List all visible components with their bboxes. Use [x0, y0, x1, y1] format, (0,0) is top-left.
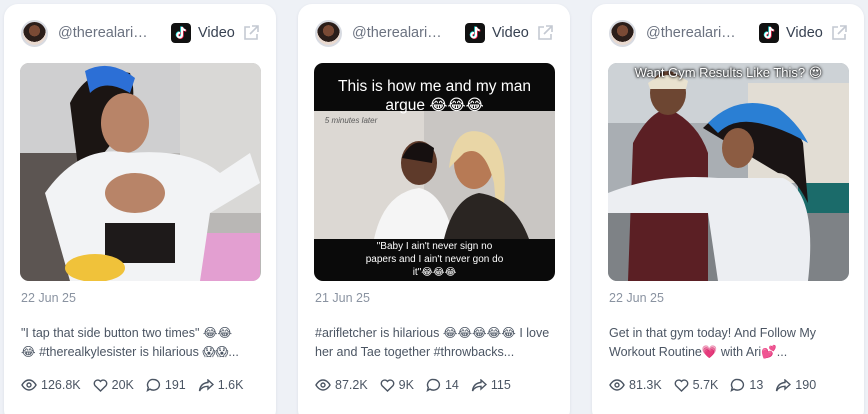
post-card[interactable]: @therealarimo... Video 22 Jun 25 "I tap …: [4, 4, 276, 414]
post-stats: 126.8K 20K 191 1.6K: [21, 378, 255, 392]
likes-stat: 20K: [93, 378, 134, 392]
likes-count: 5.7K: [692, 378, 719, 392]
heart-icon: [674, 378, 689, 392]
share-icon: [471, 378, 487, 391]
heart-icon: [93, 378, 108, 392]
views-stat: 81.3K: [609, 378, 662, 392]
post-stats: 81.3K 5.7K 13 190: [609, 378, 828, 392]
comments-stat: 13: [730, 378, 763, 392]
post-card[interactable]: @therealarimo... Video Want Gym Results …: [592, 4, 864, 414]
shares-count: 1.6K: [217, 378, 244, 392]
likes-count: 20K: [111, 378, 134, 392]
media-type-label: Video: [198, 25, 235, 41]
tiktok-icon: [465, 23, 485, 43]
post-caption: "I tap that side button two times" 😂😂 😂 #…: [21, 326, 239, 359]
video-thumbnail[interactable]: Want Gym Results Like This? 😍: [608, 63, 849, 281]
post-stats: 87.2K 9K 14 115: [315, 378, 523, 392]
video-thumbnail[interactable]: [20, 63, 261, 281]
eye-icon: [609, 379, 625, 391]
account-handle[interactable]: @therealarimo...: [58, 25, 156, 41]
post-caption: Get in that gym today! And Follow My Wor…: [609, 326, 817, 359]
overlay-headline: This is how me and my man argue 😂😂😂: [338, 78, 531, 114]
comment-icon: [730, 378, 745, 392]
shares-stat: 115: [471, 378, 511, 392]
comment-icon: [146, 378, 160, 392]
external-link-icon[interactable]: [242, 24, 260, 42]
share-icon: [198, 378, 214, 391]
heart-icon: [380, 378, 395, 392]
likes-count: 9K: [398, 378, 414, 392]
video-thumbnail[interactable]: This is how me and my man argue 😂😂😂 5 mi…: [314, 63, 555, 281]
comments-stat: 191: [146, 378, 186, 392]
post-date: 21 Jun 25: [315, 291, 370, 305]
card-header: @therealarimo... Video: [609, 19, 852, 47]
card-header: @therealarimo... Video: [21, 19, 264, 47]
views-count: 126.8K: [41, 378, 81, 392]
tiktok-icon: [759, 23, 779, 43]
likes-stat: 5.7K: [674, 378, 719, 392]
avatar[interactable]: [21, 19, 48, 47]
post-date: 22 Jun 25: [21, 291, 76, 305]
avatar[interactable]: [315, 19, 342, 47]
views-stat: 87.2K: [315, 378, 368, 392]
comments-stat: 14: [426, 378, 459, 392]
shares-stat: 190: [775, 378, 816, 392]
likes-stat: 9K: [380, 378, 414, 392]
external-link-icon[interactable]: [536, 24, 554, 42]
eye-icon: [21, 379, 37, 391]
external-link-icon[interactable]: [830, 24, 848, 42]
comment-icon: [426, 378, 441, 392]
views-stat: 126.8K: [21, 378, 81, 392]
post-date: 22 Jun 25: [609, 291, 664, 305]
comments-count: 13: [749, 378, 764, 392]
shares-stat: 1.6K: [198, 378, 244, 392]
account-handle[interactable]: @therealarimo...: [352, 25, 450, 41]
shares-count: 190: [795, 378, 817, 392]
account-handle[interactable]: @therealarimo...: [646, 25, 744, 41]
shares-count: 115: [490, 378, 511, 392]
post-caption: #arifletcher is hilarious 😂😂😂😂😂 I love h…: [315, 326, 550, 359]
comments-count: 14: [444, 378, 459, 392]
overlay-caption: "Baby I ain't never sign no papers and I…: [365, 241, 504, 278]
overlay-watermark: 5 minutes later: [324, 116, 378, 125]
comments-count: 191: [164, 378, 186, 392]
share-icon: [776, 378, 792, 391]
overlay-headline: Want Gym Results Like This? 😍: [634, 65, 823, 80]
eye-icon: [315, 379, 331, 391]
views-count: 87.2K: [335, 378, 368, 392]
media-type-label: Video: [786, 25, 823, 41]
tiktok-icon: [171, 23, 191, 43]
media-type-label: Video: [492, 25, 529, 41]
avatar[interactable]: [609, 19, 636, 47]
post-card[interactable]: @therealarimo... Video This is how me an…: [298, 4, 570, 414]
views-count: 81.3K: [629, 378, 662, 392]
card-header: @therealarimo... Video: [315, 19, 558, 47]
